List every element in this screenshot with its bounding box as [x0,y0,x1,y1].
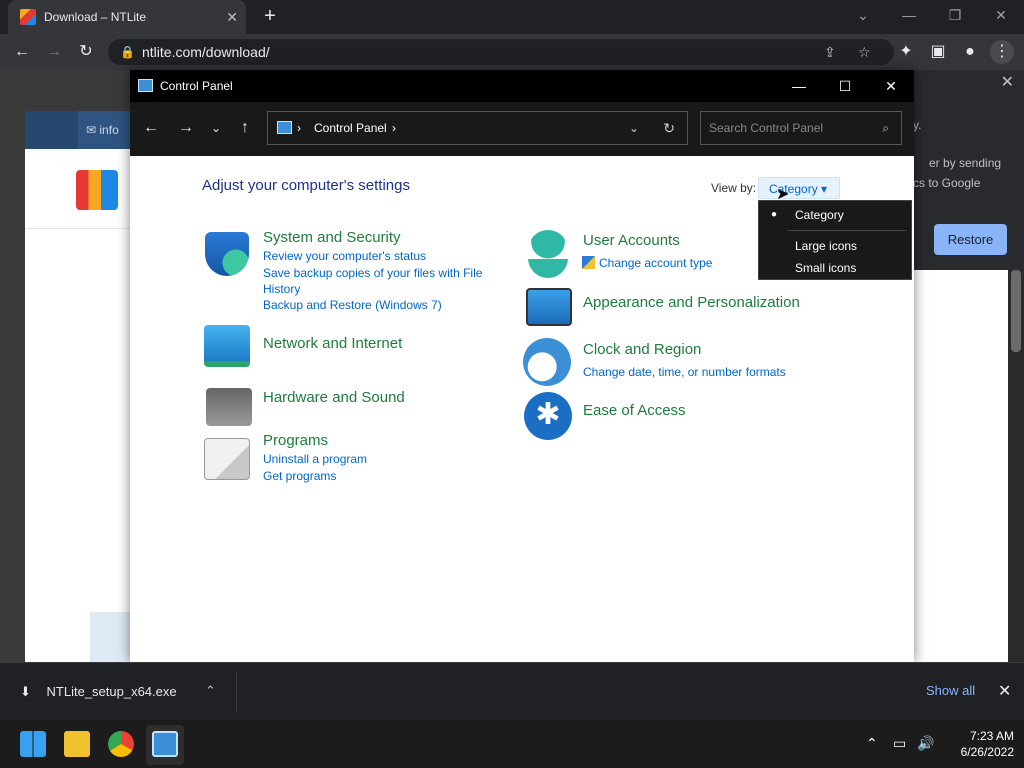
category-system-security[interactable]: System and Security [263,229,401,246]
address-cp-icon [277,121,292,134]
category-network-internet[interactable]: Network and Internet [263,335,402,352]
back-icon[interactable]: ← [10,40,34,64]
popup-text-2: cs to Google [913,176,981,190]
lock-icon: 🔒 [120,45,135,59]
show-all-button[interactable]: Show all [926,683,975,698]
chrome-icon[interactable] [108,731,134,757]
taskbar-clock[interactable]: 7:23 AM 6/26/2022 [940,728,1014,760]
download-divider [236,672,237,712]
download-file-icon: ⬇ [20,684,31,699]
breadcrumb-chevron-icon[interactable]: › [297,112,301,144]
chrome-menu-icon[interactable]: ⋮ [990,40,1014,64]
mouse-cursor-icon: ➤ [776,186,790,203]
url-text: ntlite.com/download/ [142,44,270,60]
tray-overflow-icon[interactable]: ⌃ [866,735,878,752]
tab-close-icon[interactable]: ✕ [226,9,238,26]
scrollbar-thumb[interactable] [1011,270,1021,352]
menu-item-large-icons[interactable]: Large icons [795,239,857,253]
view-by-dropdown[interactable]: Category ▾ [758,177,840,199]
cp-close-icon[interactable]: ✕ [868,70,914,102]
cp-address-bar[interactable]: › Control Panel › ⌄ ↻ [267,111,688,145]
cp-refresh-icon[interactable]: ↻ [663,112,675,144]
popup-close-icon[interactable]: ✕ [1001,72,1014,92]
file-explorer-icon[interactable] [64,731,90,757]
control-panel-icon [138,79,153,92]
download-options-icon[interactable]: ⌃ [205,683,216,699]
view-by-menu: ● Category Large icons Small icons [758,200,912,280]
shield-icon[interactable] [205,232,249,276]
forward-icon[interactable]: → [42,40,66,64]
category-appearance[interactable]: Appearance and Personalization [583,294,800,311]
bookmark-star-icon[interactable]: ☆ [858,39,871,65]
minimize-icon[interactable]: — [886,4,932,28]
side-panel-icon[interactable]: ▣ [926,40,950,64]
ntlite-logo [76,170,118,210]
restore-window-icon[interactable]: ❐ [932,4,978,28]
webpage-info-box [90,612,130,662]
search-icon[interactable]: ⌕ [882,112,889,144]
user-accounts-icon[interactable] [528,230,568,278]
link-file-history[interactable]: Save backup copies of your files with Fi… [263,265,493,297]
category-programs[interactable]: Programs [263,432,328,449]
menu-divider [787,230,907,231]
volume-icon[interactable]: 🔊 [917,735,934,752]
appearance-monitor-icon[interactable] [526,288,572,326]
category-ease-of-access[interactable]: Ease of Access [583,402,686,419]
cp-back-icon[interactable]: ← [139,116,163,140]
download-file-name: NTLite_setup_x64.exe [46,684,177,699]
download-bar-close-icon[interactable]: ✕ [998,681,1011,701]
address-text[interactable]: Control Panel [314,121,387,135]
tab-title: Download – NTLite [44,10,147,24]
programs-icon[interactable] [204,438,250,480]
popup-text-3: y. [913,118,922,132]
cp-up-icon[interactable]: ↑ [233,116,257,140]
menu-item-small-icons[interactable]: Small icons [795,261,856,275]
window-title: Control Panel [160,79,233,93]
tab-search-icon[interactable]: ⌄ [840,4,886,28]
windows-start-icon[interactable] [20,731,46,757]
link-date-time-formats[interactable]: Change date, time, or number formats [583,364,786,380]
network-icon[interactable]: ▭ [893,735,906,752]
clock-globe-icon[interactable] [523,338,571,386]
clock-date: 6/26/2022 [960,745,1014,759]
address-dropdown-icon[interactable]: ⌄ [629,112,639,144]
popup-text-1: er by sending [929,156,1002,170]
view-by-label: View by: [711,181,757,195]
printer-speaker-icon[interactable] [206,388,252,426]
ntlite-favicon-icon [20,9,36,25]
extensions-icon[interactable]: ✦ [894,40,918,64]
clock-time: 7:23 AM [969,729,1014,743]
category-clock-region[interactable]: Clock and Region [583,341,701,358]
page-title: Adjust your computer's settings [202,177,410,194]
selected-bullet-icon: ● [771,209,778,220]
category-user-accounts[interactable]: User Accounts [583,232,680,249]
share-icon[interactable]: ⇪ [824,39,836,65]
network-globe-icon[interactable] [204,325,250,367]
control-panel-taskbar-icon[interactable] [152,731,178,757]
close-window-icon[interactable]: ✕ [978,4,1024,28]
menu-item-category[interactable]: Category [795,208,844,222]
cp-maximize-icon[interactable]: ☐ [822,70,868,102]
link-get-programs[interactable]: Get programs [263,468,336,484]
ease-of-access-icon[interactable]: ✱ [524,392,572,440]
breadcrumb-chevron-icon[interactable]: › [392,112,396,144]
link-review-status[interactable]: Review your computer's status [263,248,426,264]
download-item[interactable]: ⬇ NTLite_setup_x64.exe [20,684,177,700]
browser-tab[interactable]: Download – NTLite ✕ [8,0,246,34]
restore-button[interactable]: Restore [934,224,1007,255]
reload-icon[interactable]: ↻ [74,40,98,64]
link-change-account-type[interactable]: Change account type [599,255,712,271]
cp-recent-icon[interactable]: ⌄ [204,116,228,140]
new-tab-button[interactable]: + [258,5,282,29]
link-backup-restore[interactable]: Backup and Restore (Windows 7) [263,297,442,313]
cp-forward-icon[interactable]: → [174,116,198,140]
profile-icon[interactable]: ● [958,40,982,64]
address-bar[interactable]: 🔒 ntlite.com/download/ ⇪ ☆ [108,39,894,65]
link-uninstall[interactable]: Uninstall a program [263,451,367,467]
webpage-info-link[interactable]: ✉ info [78,111,138,149]
category-hardware-sound[interactable]: Hardware and Sound [263,389,405,406]
uac-shield-icon [582,256,595,269]
cp-search-input[interactable]: Search Control Panel ⌕ [700,111,902,145]
cp-minimize-icon[interactable]: — [776,70,822,102]
